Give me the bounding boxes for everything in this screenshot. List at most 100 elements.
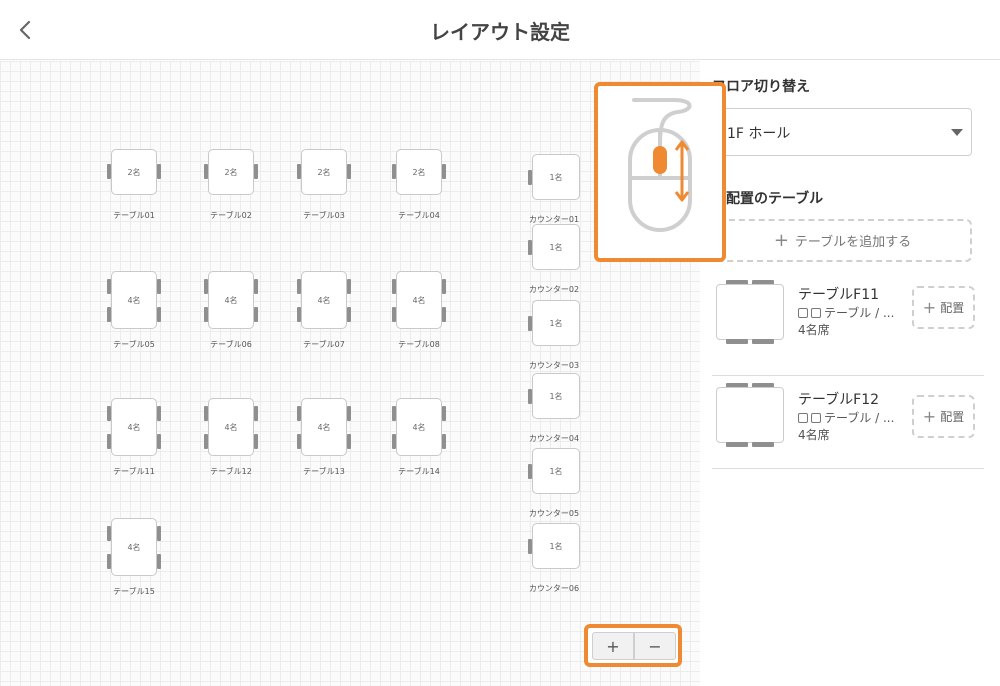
chair [254,406,258,421]
add-table-button[interactable]: + テーブルを追加する [713,219,972,262]
chair [347,406,351,421]
chair [528,170,532,185]
unplaced-table-item: テーブルF11 テーブル / ... 4名席 + 配置 [712,276,984,376]
table-shape: 4名 [111,271,157,329]
table-shape: 2名 [396,149,442,195]
counter-shape: 1名 [532,373,580,419]
canvas-table[interactable]: 2名テーブル01 [107,149,161,220]
scroll-zoom-hint [594,82,726,262]
canvas-table[interactable]: 4名テーブル06 [204,271,258,349]
zoom-out-button[interactable]: − [634,632,676,660]
table-shape: 2名 [301,149,347,195]
item-name: テーブルF11 [798,287,880,303]
table-seats: 4名 [127,542,141,552]
canvas-table[interactable]: 4名 テーブル12 [204,398,258,476]
table-shape: 4名 [396,271,442,329]
counter-shape: 1名 [532,448,580,494]
counter-shape: 1名 [532,523,580,569]
table-seats: 2名 [317,167,331,177]
floor-select[interactable]: 1F ホール [712,108,972,156]
table-seats: 2名 [224,167,238,177]
chair [297,164,301,179]
chair [528,389,532,404]
chair [204,434,208,449]
table-type-icon [798,307,808,318]
chair [204,406,208,421]
chair [204,279,208,294]
table-type-icon [798,412,808,423]
table-shape: 4名 [208,271,254,329]
chair [107,554,111,569]
canvas-counter[interactable]: 1名カウンター04 [528,373,580,443]
canvas-table[interactable]: 4名 テーブル08 [392,271,446,349]
table-label: テーブル02 [210,211,252,220]
canvas-table[interactable]: 2名 テーブル03 [297,149,351,220]
chair [297,406,301,421]
chair [726,442,748,447]
counter-seats: 1名 [549,541,563,551]
chair [157,279,161,294]
item-type: テーブル / ... [798,304,894,321]
chair [254,307,258,322]
item-seats: 4名席 [798,323,830,337]
chair [392,307,396,322]
counter-shape: 1名 [532,300,580,346]
table-label: テーブル07 [303,340,345,349]
table-label: テーブル11 [113,467,155,476]
zoom-in-button[interactable]: + [592,632,634,660]
chair [107,164,111,179]
canvas-counter[interactable]: 1名 カウンター02 [528,224,580,294]
canvas-table[interactable]: 2名テーブル04 [392,149,446,220]
page-title: レイアウト設定 [430,20,570,44]
item-name: テーブルF12 [798,392,880,408]
place-label: 配置 [940,410,965,424]
item-type-text: テーブル / ... [824,411,895,425]
canvas-table[interactable]: 4名 テーブル05 [107,271,161,349]
chair [442,279,446,294]
canvas-table[interactable]: 4名 テーブル13 [297,398,351,476]
table-seats: 4名 [224,295,238,305]
canvas-counter[interactable]: 1名 カウンター06 [528,523,580,593]
canvas-table[interactable]: 4名 テーブル11 [107,398,161,476]
chair [254,164,258,179]
table-seats: 4名 [412,295,426,305]
chair [442,434,446,449]
unplaced-tables-title: 未配置のテーブル [712,191,824,207]
chair [528,316,532,331]
place-button[interactable]: + 配置 [912,286,975,329]
counter-label: カウンター05 [528,509,580,518]
table-label: テーブル04 [398,211,440,220]
canvas-table[interactable]: 4名テーブル15 [107,518,161,596]
chair [442,406,446,421]
dropdown-arrow-icon [951,129,963,136]
canvas-table[interactable]: 4名テーブル07 [297,271,351,349]
canvas-counter[interactable]: 1名 カウンター01 [528,154,580,224]
table-shape: 4名 [301,398,347,456]
mouse-scroll-icon [628,98,692,232]
place-button[interactable]: + 配置 [912,395,975,438]
chair [528,464,532,479]
floor-switch-title: フロア切り替え [712,79,810,95]
item-type-text: テーブル / ... [824,306,895,320]
chair [347,164,351,179]
counter-label: カウンター04 [528,434,580,443]
table-label: テーブル01 [113,211,155,220]
canvas-table[interactable]: 2名テーブル02 [204,149,258,220]
table-seats: 4名 [317,295,331,305]
chair [157,434,161,449]
chair [254,279,258,294]
canvas-table[interactable]: 4名 テーブル14 [392,398,446,476]
chair [392,434,396,449]
chair [204,164,208,179]
counter-shape: 1名 [532,154,580,200]
table-thumbnail [716,284,784,340]
table-label: テーブル15 [113,587,155,596]
table-label: テーブル06 [210,340,252,349]
table-seats: 2名 [127,167,141,177]
table-shape: 4名 [208,398,254,456]
table-label: テーブル14 [398,467,440,476]
canvas-counter[interactable]: 1名 カウンター03 [528,300,580,370]
chair [392,279,396,294]
canvas-counter[interactable]: 1名カウンター05 [528,448,580,518]
chair [254,434,258,449]
